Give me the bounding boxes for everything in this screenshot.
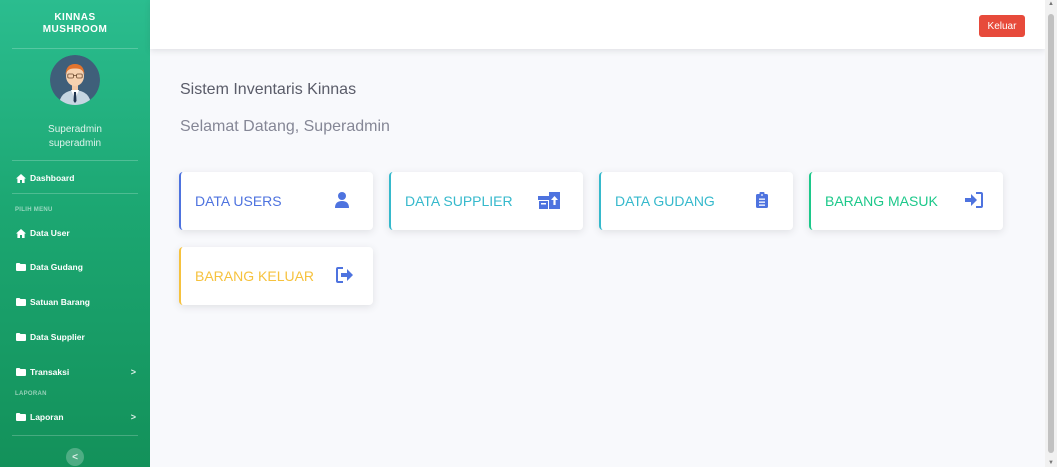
sidebar-item-data-user[interactable]: Data User xyxy=(0,223,150,243)
scrollbar-thumb[interactable] xyxy=(1048,14,1054,453)
scroll-down-arrow-icon[interactable]: ▼ xyxy=(1045,460,1057,466)
folder-icon xyxy=(15,368,26,377)
folder-icon xyxy=(15,298,26,307)
folder-icon xyxy=(15,333,26,342)
card-label: DATA USERS xyxy=(195,193,282,209)
card-barang-keluar[interactable]: BARANG KELUAR xyxy=(179,247,373,305)
sidebar-item-label: Dashboard xyxy=(30,173,75,183)
home-icon xyxy=(15,173,26,183)
card-label: DATA SUPPLIER xyxy=(405,193,513,209)
page-title: Sistem Inventaris Kinnas xyxy=(180,81,357,98)
sidebar-heading-laporan: LAPORAN xyxy=(15,391,47,397)
sidebar-item-label: Satuan Barang xyxy=(30,297,90,307)
sidebar-divider xyxy=(12,160,138,161)
chevron-right-icon: > xyxy=(130,412,136,422)
sidebar-item-label: Data Supplier xyxy=(30,332,85,342)
sidebar-item-label: Laporan xyxy=(30,412,64,422)
logout-button[interactable]: Keluar xyxy=(979,15,1025,37)
folder-icon xyxy=(15,413,26,422)
sidebar-item-data-supplier[interactable]: Data Supplier xyxy=(0,327,150,347)
sidebar: KINNAS MUSHROOM Superadmin superadmin Da… xyxy=(0,0,150,467)
chevron-right-icon: > xyxy=(130,367,136,377)
welcome-text: Selamat Datang, Superadmin xyxy=(180,118,390,135)
folder-icon xyxy=(15,263,26,272)
avatar xyxy=(50,55,100,105)
sidebar-item-label: Data Gudang xyxy=(30,262,83,272)
scroll-up-arrow-icon[interactable]: ▲ xyxy=(1045,1,1057,7)
sidebar-item-satuan-barang[interactable]: Satuan Barang xyxy=(0,292,150,312)
sidebar-heading-menu: PILIH MENU xyxy=(15,207,53,213)
card-label: BARANG MASUK xyxy=(825,193,938,209)
sidebar-item-data-gudang[interactable]: Data Gudang xyxy=(0,257,150,277)
sidebar-toggle-button[interactable]: < xyxy=(66,448,84,466)
sidebar-item-label: Data User xyxy=(30,228,70,238)
sidebar-divider xyxy=(12,48,138,49)
sidebar-item-dashboard[interactable]: Dashboard xyxy=(0,168,150,188)
topbar: Keluar xyxy=(150,0,1045,49)
sign-in-icon xyxy=(965,192,983,208)
brand[interactable]: KINNAS MUSHROOM xyxy=(0,0,150,48)
brand-line-2: MUSHROOM xyxy=(42,24,108,35)
brand-line-1: KINNAS xyxy=(54,12,96,23)
boxes-icon xyxy=(538,192,560,209)
card-barang-masuk[interactable]: BARANG MASUK xyxy=(809,172,1003,230)
card-data-gudang[interactable]: DATA GUDANG xyxy=(599,172,793,230)
sidebar-item-transaksi[interactable]: Transaksi > xyxy=(0,362,150,382)
home-icon xyxy=(15,228,26,238)
clipboard-icon xyxy=(756,192,768,208)
card-data-supplier[interactable]: DATA SUPPLIER xyxy=(389,172,583,230)
card-data-users[interactable]: DATA USERS xyxy=(179,172,373,230)
sidebar-divider xyxy=(12,435,138,436)
chevron-left-icon: < xyxy=(72,451,78,463)
sidebar-item-laporan[interactable]: Laporan > xyxy=(0,407,150,427)
user-role: Superadmin xyxy=(48,124,102,135)
sign-out-icon xyxy=(336,267,354,283)
user-icon xyxy=(335,192,349,208)
card-label: BARANG KELUAR xyxy=(195,268,315,284)
page-scrollbar[interactable]: ▲ ▼ xyxy=(1045,0,1057,467)
card-label: DATA GUDANG xyxy=(615,193,715,209)
user-name: superadmin xyxy=(48,138,102,149)
sidebar-divider xyxy=(12,193,138,194)
sidebar-item-label: Transaksi xyxy=(30,367,70,377)
